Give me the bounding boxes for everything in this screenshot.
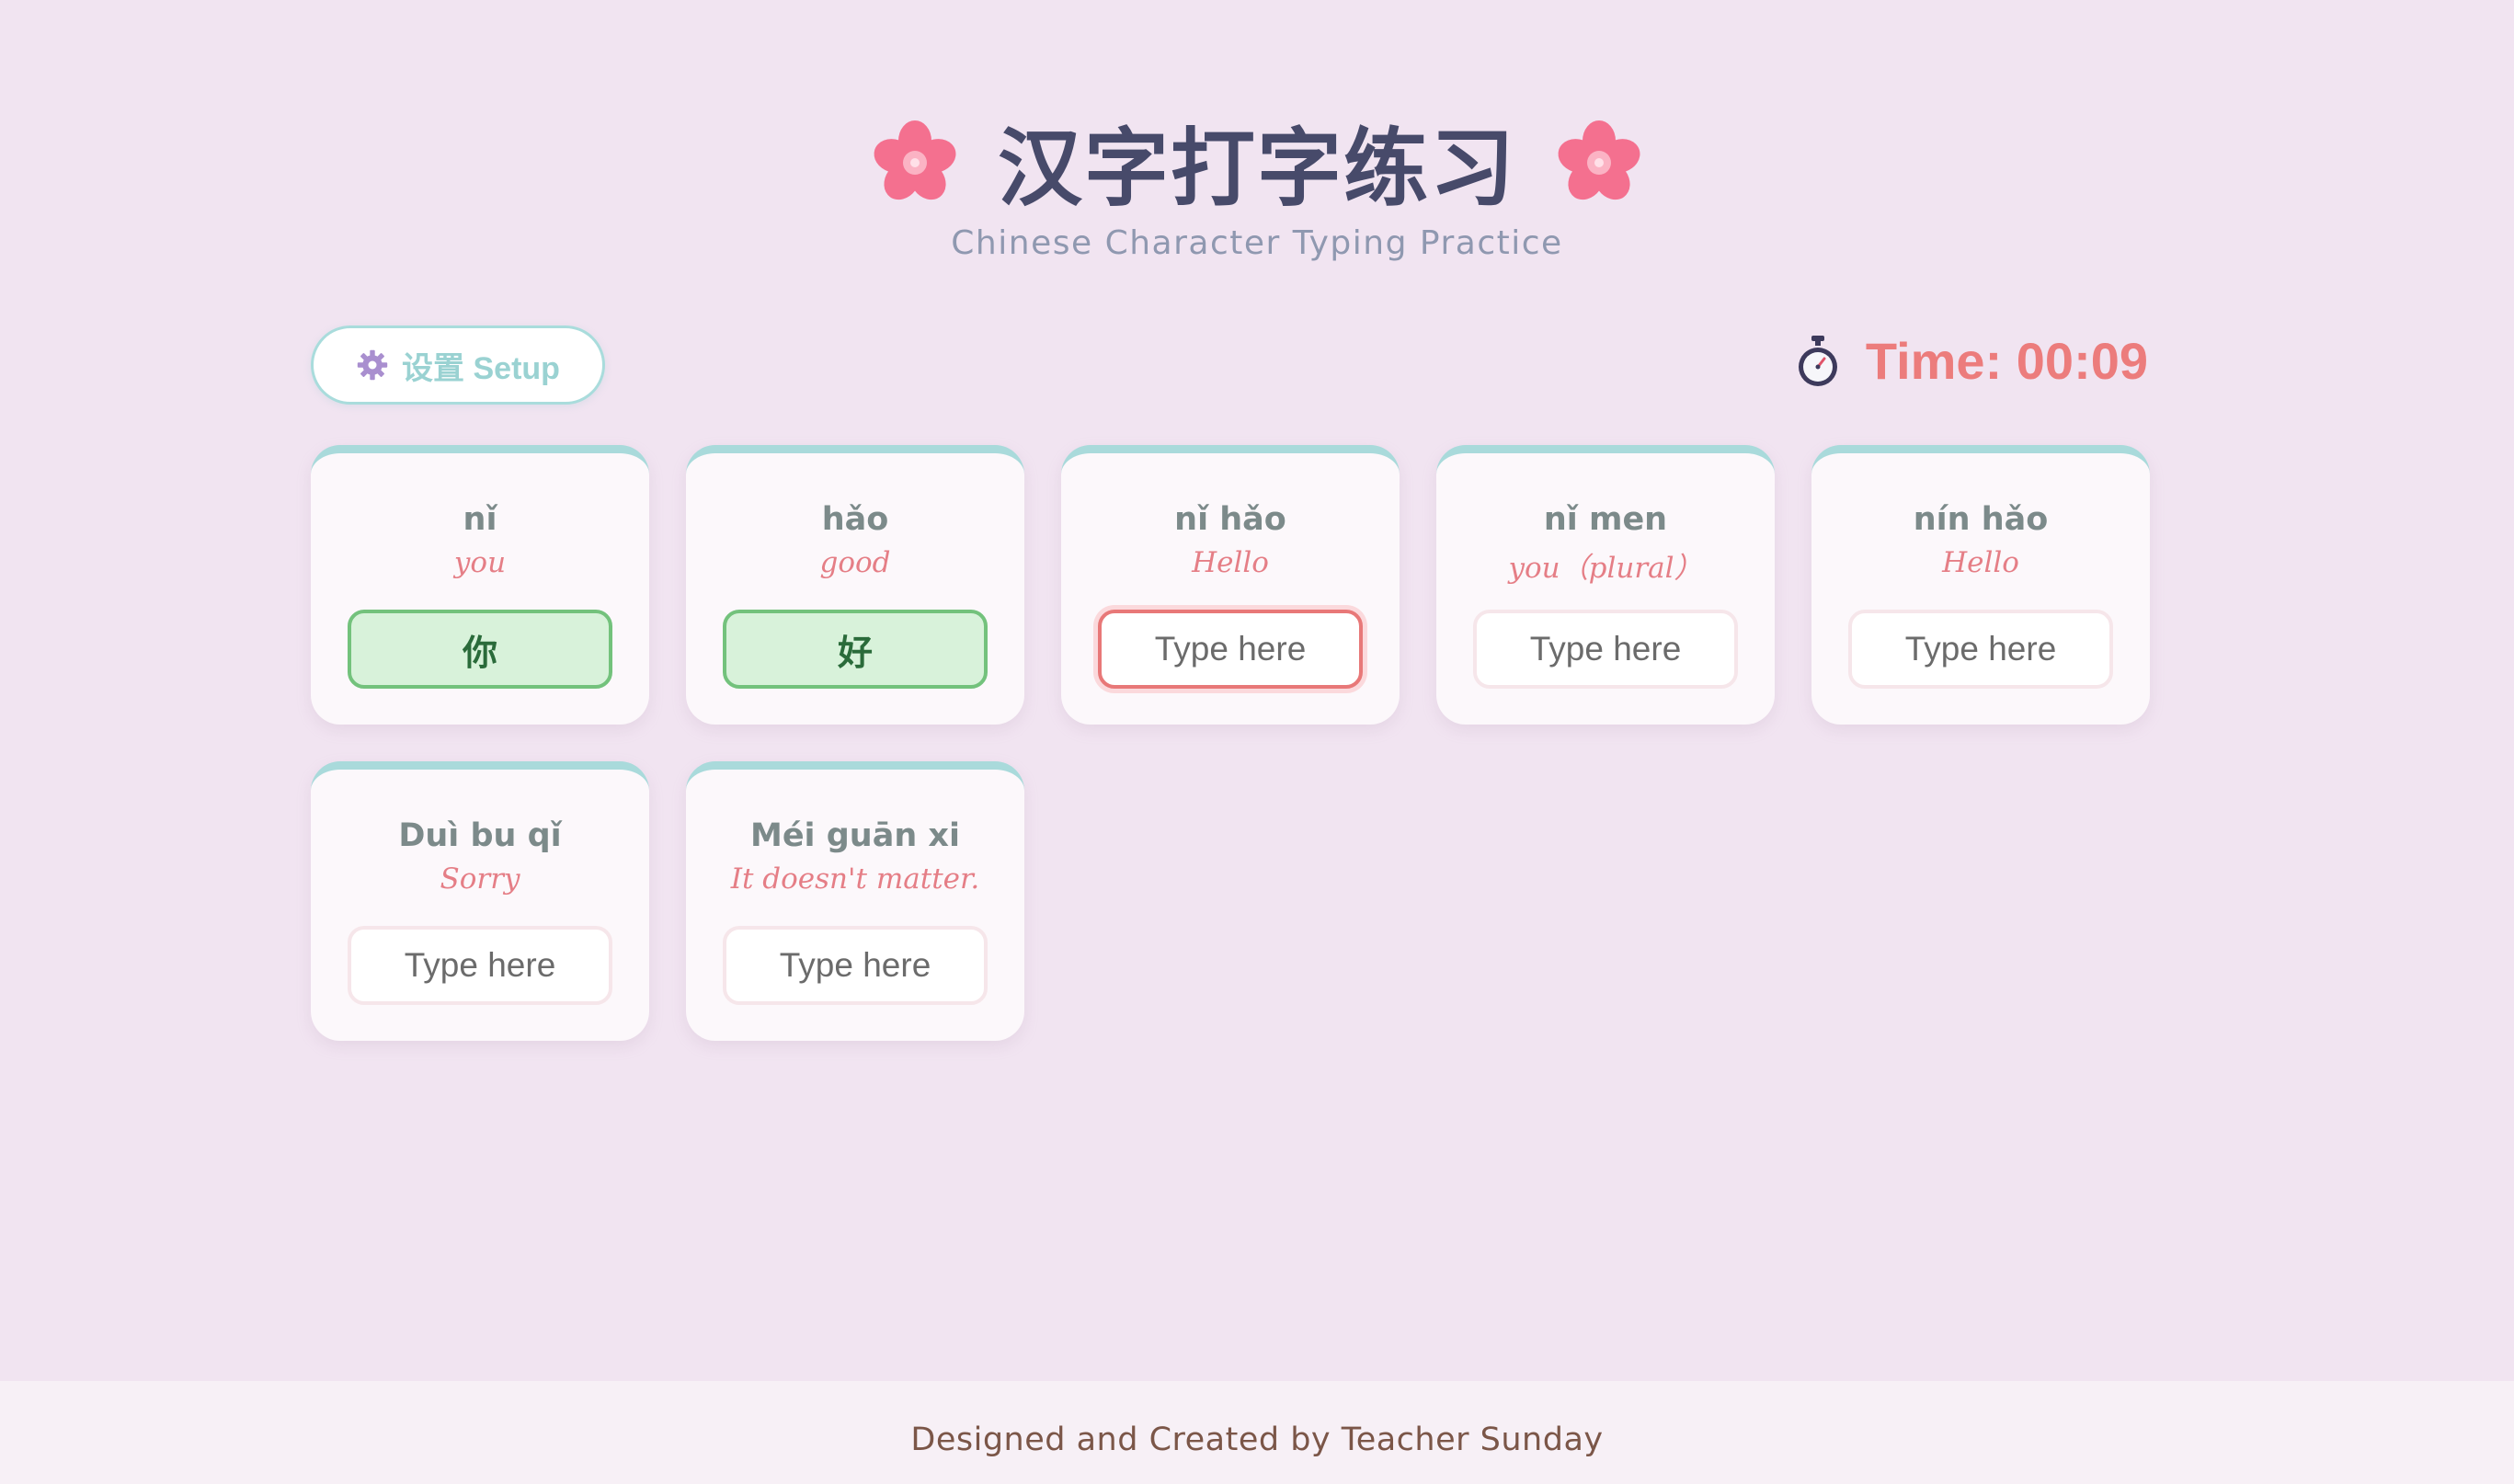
- meaning-label: you: [453, 546, 507, 579]
- meaning-label: It doesn't matter.: [730, 862, 980, 896]
- cherry-blossom-icon: [1558, 120, 1640, 200]
- pinyin-label: Méi guān xi: [749, 817, 960, 854]
- pinyin-label: nín hǎo: [1913, 501, 2049, 538]
- meaning-label: Hello: [1942, 546, 2019, 579]
- pinyin-label: nǐ men: [1543, 501, 1668, 538]
- meaning-label: good: [819, 546, 891, 579]
- footer-credit: Designed and Created by Teacher Sunday: [910, 1421, 1604, 1458]
- word-card: Méi guān xi It doesn't matter.: [686, 761, 1024, 1041]
- meaning-label: Sorry: [440, 862, 520, 896]
- word-card: hǎo good: [686, 445, 1024, 725]
- page-footer: Designed and Created by Teacher Sunday: [0, 1381, 2514, 1484]
- timer-label: Time: 00:09: [1865, 332, 2148, 390]
- pinyin-label: nǐ: [463, 501, 497, 538]
- answer-input[interactable]: [1098, 610, 1363, 689]
- word-card: nǐ you: [311, 445, 649, 725]
- cherry-blossom-icon: [874, 120, 956, 200]
- answer-input[interactable]: [348, 926, 612, 1005]
- answer-input[interactable]: [348, 610, 612, 689]
- page-header: 汉字打字练习 Chinese Character Typing Practice: [0, 101, 2514, 262]
- word-card: Duì bu qǐ Sorry: [311, 761, 649, 1041]
- meaning-label: Hello: [1192, 546, 1269, 579]
- answer-input[interactable]: [1848, 610, 2113, 689]
- setup-button-label: 设置 Setup: [402, 350, 560, 386]
- page-subtitle: Chinese Character Typing Practice: [951, 224, 1563, 262]
- pinyin-label: hǎo: [821, 501, 889, 538]
- title-row: 汉字打字练习: [0, 101, 2514, 221]
- page-title: 汉字打字练习: [997, 119, 1516, 218]
- stopwatch-icon: [1798, 335, 1837, 386]
- pinyin-label: Duì bu qǐ: [398, 817, 562, 854]
- setup-button[interactable]: 设置 Setup: [311, 325, 605, 405]
- meaning-label: you（plural）: [1508, 552, 1703, 585]
- gear-icon: [357, 349, 388, 381]
- pinyin-label: nǐ hǎo: [1174, 501, 1286, 538]
- word-card: nǐ men you（plural）: [1436, 445, 1775, 725]
- answer-input[interactable]: [723, 610, 988, 689]
- answer-input[interactable]: [723, 926, 988, 1005]
- word-card: nín hǎo Hello: [1811, 445, 2150, 725]
- answer-input[interactable]: [1473, 610, 1738, 689]
- word-card: nǐ hǎo Hello: [1061, 445, 1400, 725]
- timer: Time: 00:09: [1792, 331, 2148, 391]
